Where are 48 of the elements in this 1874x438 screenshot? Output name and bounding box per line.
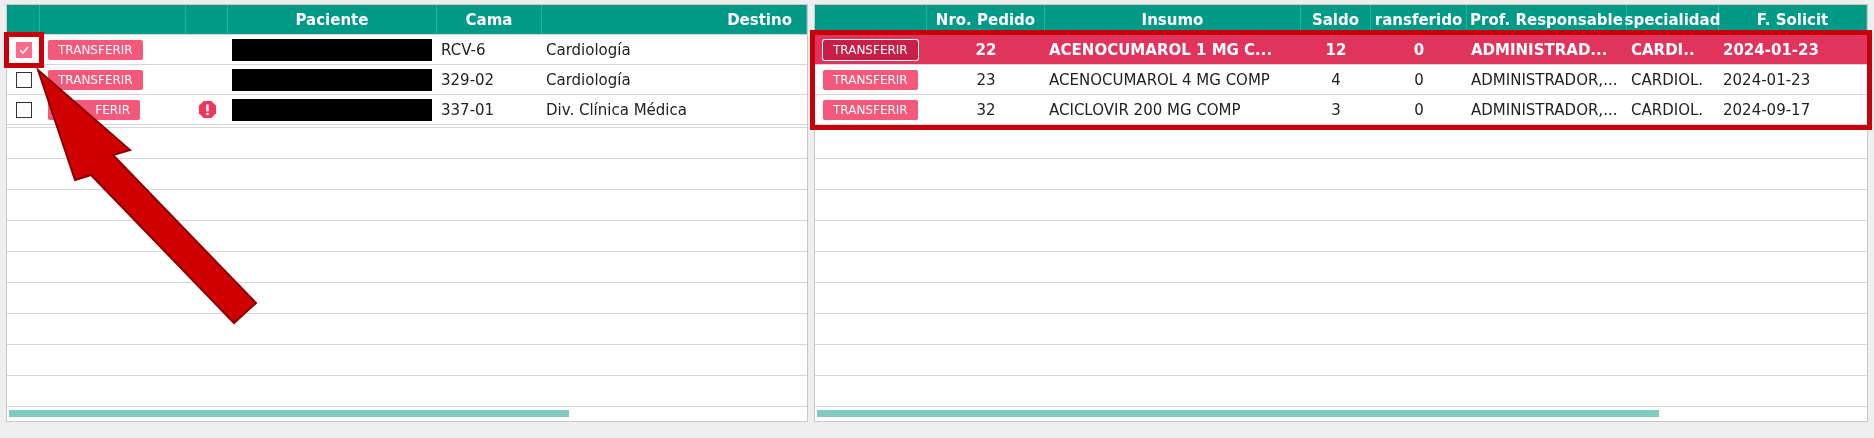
table-cell: 2024-09-17 (1723, 100, 1811, 119)
column-header[interactable]: Destino (542, 5, 807, 34)
table-cell: 337-01 (441, 100, 495, 119)
column-header[interactable]: Insumo (1045, 5, 1301, 34)
scrollbar[interactable] (817, 410, 1659, 417)
table-cell: 4 (1331, 70, 1341, 89)
column-header[interactable]: Saldo (1301, 5, 1371, 34)
table-cell: 32 (976, 100, 996, 119)
table-cell: 329-02 (441, 70, 495, 89)
table-cell: 23 (976, 70, 996, 89)
table-cell: ACENOCUMAROL 4 MG COMP (1049, 70, 1270, 89)
scrollbar[interactable] (9, 410, 569, 417)
table-cell: 2024-01-23 (1723, 70, 1811, 89)
table-cell: 0 (1414, 70, 1424, 89)
column-header[interactable]: specialidad (1627, 5, 1719, 34)
table-cell: ACICLOVIR 200 MG COMP (1049, 100, 1241, 119)
table-cell: CARDIOL. (1631, 100, 1704, 119)
transfer-button[interactable]: TRANSFERIR (823, 39, 918, 60)
column-header[interactable]: F. Solicit (1719, 5, 1867, 34)
column-header[interactable]: Paciente (228, 5, 437, 34)
checkbox[interactable] (16, 101, 32, 118)
transfer-button[interactable]: TRANSFERIR (48, 69, 143, 90)
table-cell: Cardiología (546, 40, 631, 59)
table-cell: 3 (1331, 100, 1341, 119)
table-cell: Div. Clínica Médica (546, 100, 687, 119)
table-cell: Cardiología (546, 70, 631, 89)
table-cell: ADMINISTRADOR,... (1471, 100, 1618, 119)
column-header[interactable]: ransferido (1371, 5, 1467, 34)
table-cell: CARDIOL. (1631, 70, 1704, 89)
transfer-button[interactable]: TRANSFERIR (48, 39, 143, 60)
table-cell: ADMINISTRAD... (1471, 40, 1608, 59)
table-cell: 22 (975, 40, 997, 59)
arrow-icon (35, 66, 258, 325)
table-cell: 0 (1413, 40, 1425, 59)
column-header[interactable]: Nro. Pedido (927, 5, 1045, 34)
checkbox[interactable] (16, 71, 32, 88)
table-cell: 2024-01-23 (1723, 40, 1819, 59)
table-cell: ACENOCUMAROL 1 MG C... (1049, 40, 1273, 59)
table-cell: 12 (1325, 40, 1347, 59)
column-header[interactable]: Cama (437, 5, 542, 34)
checkbox[interactable] (16, 41, 32, 58)
table-cell: ADMINISTRADOR,... (1471, 70, 1618, 89)
table-cell: RCV-6 (441, 40, 486, 59)
transfer-button[interactable]: TRANSFERIR (823, 69, 918, 90)
transfer-button[interactable]: TRANSFERIR (823, 99, 918, 120)
table-cell: CARDI.. (1631, 40, 1695, 59)
highlight-frame (4, 32, 44, 68)
table-cell: 0 (1414, 100, 1424, 119)
